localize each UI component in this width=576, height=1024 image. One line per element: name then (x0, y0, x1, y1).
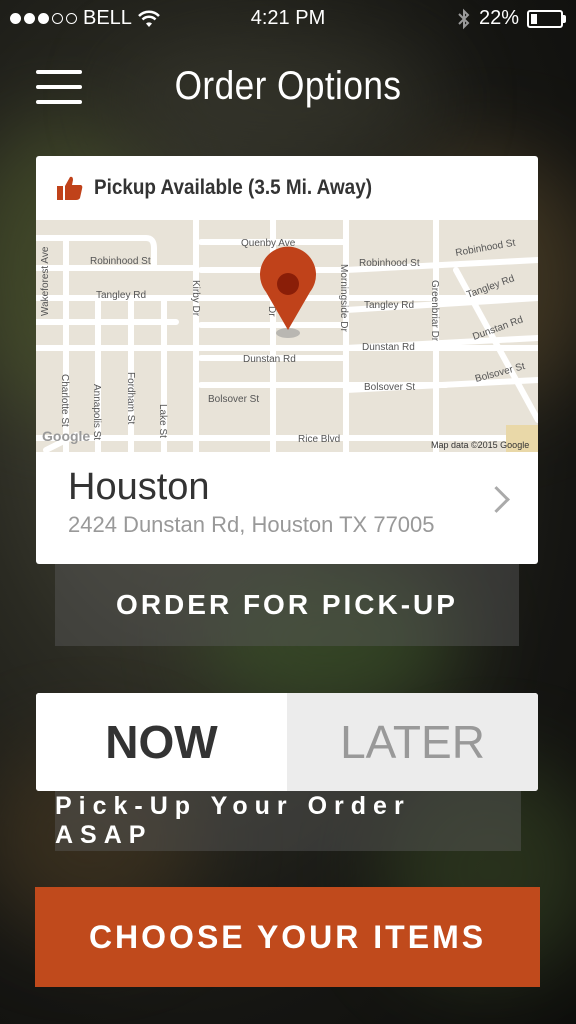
street-label: Tangley Rd (96, 290, 146, 301)
bluetooth-icon (458, 8, 470, 29)
pickup-asap-label: Pick-Up Your Order ASAP (55, 791, 521, 851)
pickup-available-label: Pickup Available (3.5 Mi. Away) (94, 176, 373, 199)
nav-bar: Order Options (0, 50, 576, 126)
street-label: Annapolis St (91, 384, 102, 440)
street-label: Wakeforest Ave (40, 246, 51, 316)
battery-icon (527, 9, 563, 28)
street-label: Dunstan Rd (243, 354, 296, 365)
status-bar: BELL 4:21 PM 22% (0, 0, 576, 38)
toggle-now[interactable]: NOW (36, 693, 287, 791)
street-label: Bolsover St (208, 394, 259, 405)
location-card[interactable]: Pickup Available (3.5 Mi. Away) Quenby A… (36, 156, 538, 564)
street-label: Tangley Rd (364, 300, 414, 311)
street-label: Robinhood St (359, 258, 420, 269)
street-label: Kirby Dr (190, 280, 201, 317)
street-label: Rice Blvd (298, 434, 340, 445)
google-logo: Google (42, 428, 90, 444)
street-label: Morningside Dr (338, 264, 349, 332)
choose-your-items-button[interactable]: CHOOSE YOUR ITEMS (35, 887, 540, 987)
street-label: Lake St (157, 404, 168, 438)
order-for-pickup-button[interactable]: ORDER FOR PICK-UP (55, 564, 519, 646)
location-address: 2424 Dunstan Rd, Houston TX 77005 (68, 512, 435, 537)
pickup-availability: Pickup Available (3.5 Mi. Away) (36, 156, 538, 220)
battery-percent: 22% (478, 7, 519, 29)
street-label: Bolsover St (364, 382, 415, 393)
thumbs-up-icon (57, 176, 83, 200)
chevron-right-icon[interactable] (483, 486, 510, 513)
location-name: Houston (68, 466, 210, 508)
timing-toggle: NOW LATER (36, 693, 538, 791)
street-label: Fordham St (125, 372, 136, 424)
map-attribution: Map data ©2015 Google (431, 440, 529, 450)
page-title: Order Options (174, 64, 402, 108)
street-label: Charlotte St (59, 374, 70, 427)
toggle-later[interactable]: LATER (287, 693, 538, 791)
location-map[interactable]: Quenby Ave Robinhood St Robinhood St Rob… (36, 220, 538, 452)
street-label: Greenbriar Dr (429, 280, 440, 342)
street-label: Dunstan Rd (362, 342, 415, 353)
street-label: Robinhood St (90, 256, 151, 267)
